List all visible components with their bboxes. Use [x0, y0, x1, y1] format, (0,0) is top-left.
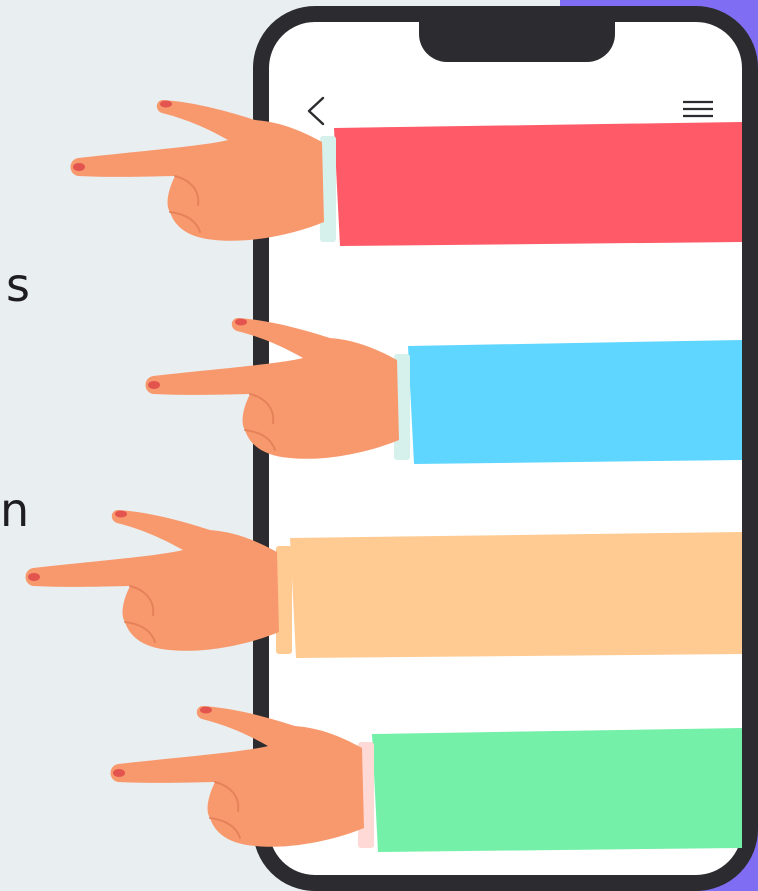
index-nail-1	[73, 163, 85, 171]
index-nail-3	[28, 573, 40, 581]
hand-3	[25, 510, 279, 651]
thumb-nail-1	[160, 100, 172, 108]
hand-1	[70, 100, 324, 241]
index-nail-4	[113, 769, 125, 777]
hand-shape-2	[145, 318, 399, 459]
sleeve-4	[372, 728, 742, 852]
cuff-3	[276, 546, 292, 654]
sleeve-2	[408, 340, 742, 464]
pointing-hand-2	[145, 318, 742, 464]
pointing-hands-illustration	[25, 100, 742, 852]
sleeve-1	[334, 122, 742, 246]
thumb-nail-3	[115, 510, 127, 518]
thumb-nail-2	[235, 318, 247, 326]
pointing-hand-4	[110, 706, 742, 852]
hand-shape-3	[25, 510, 279, 651]
hand-2	[145, 318, 399, 459]
hand-shape-4	[110, 706, 364, 847]
pointing-hand-1	[70, 100, 742, 246]
sleeve-3	[290, 532, 742, 658]
pointing-hand-3	[25, 510, 742, 658]
thumb-nail-4	[200, 706, 212, 714]
hand-shape-1	[70, 100, 324, 241]
hand-4	[110, 706, 364, 847]
index-nail-2	[148, 381, 160, 389]
